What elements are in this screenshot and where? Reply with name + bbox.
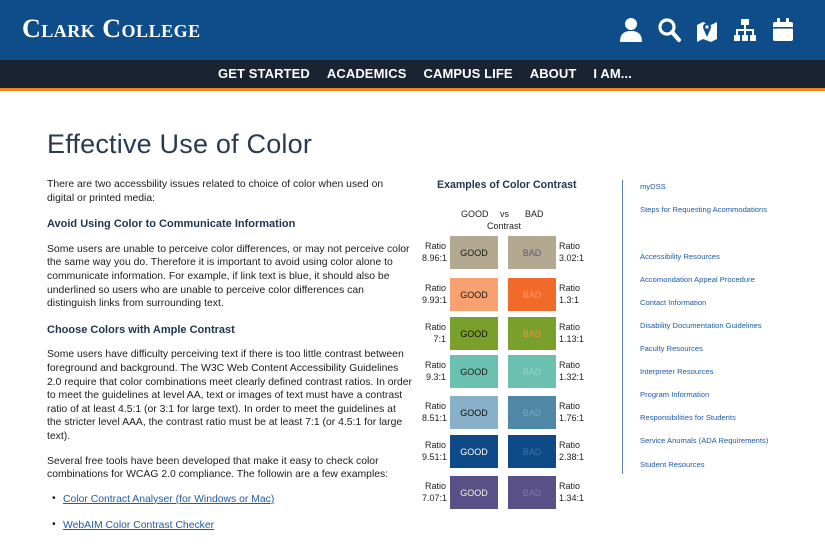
good-ratio-label: Ratio 8.96:1 (422, 240, 448, 264)
good-swatch: GOOD (450, 435, 498, 468)
ratio-value: 7.07:1 (422, 493, 448, 503)
good-ratio-label: Ratio 9.51:1 (422, 439, 448, 463)
calendar-icon[interactable] (771, 17, 795, 43)
ratio-word: Ratio (424, 360, 446, 370)
page-title: Effective Use of Color (47, 129, 313, 159)
tool-link[interactable]: WebAIM Color Contrast Checker (63, 520, 214, 531)
sidebar-link[interactable]: Faculty Resources (640, 344, 703, 353)
ratio-value: 8.51:1 (422, 413, 448, 423)
ratio-word: Ratio (559, 481, 581, 491)
ratio-word: Ratio (559, 360, 581, 370)
bad-ratio-label: Ratio 1.76:1 (559, 400, 584, 424)
good-swatch: GOOD (450, 355, 498, 388)
sidebar-link[interactable]: Accessibility Resources (640, 252, 720, 261)
ratio-word: Ratio (424, 241, 446, 251)
ratio-value: 9.51:1 (422, 452, 448, 462)
bad-ratio-label: Ratio 1.13:1 (559, 321, 584, 345)
good-ratio-label: Ratio 7.07:1 (422, 480, 448, 504)
ratio-value: 9.3:1 (425, 372, 446, 382)
ratio-word: Ratio (424, 440, 446, 450)
list-item: • WebAIM Color Contrast Checker (47, 519, 412, 533)
ratio-word: Ratio (424, 481, 446, 491)
map-icon[interactable] (695, 17, 719, 43)
bad-swatch: BAD (508, 236, 556, 269)
nav-academics[interactable]: ACADEMICS (327, 66, 407, 81)
good-swatch: GOOD (450, 476, 498, 509)
bad-ratio-label: Ratio 3.02:1 (559, 240, 584, 264)
bad-swatch: BAD (508, 355, 556, 388)
ratio-value: 2.38:1 (559, 452, 585, 462)
contrast-header: Contrast (487, 221, 522, 231)
nav-get-started[interactable]: GET STARTED (218, 66, 310, 81)
bad-swatch: BAD (508, 317, 556, 350)
good-swatch: GOOD (450, 317, 498, 350)
intro-paragraph: There are two accessbility issues relate… (47, 179, 384, 204)
nav-i-am[interactable]: I AM... (593, 66, 632, 81)
ratio-value: 1.32:1 (559, 372, 585, 382)
ratio-word: Ratio (424, 401, 446, 411)
bullet-icon: • (52, 519, 56, 531)
bad-ratio-label: Ratio 1.32:1 (559, 359, 584, 383)
section-heading: Avoid Using Color to Communicate Informa… (47, 218, 296, 231)
sidebar-link[interactable]: Disability Documentation Guidelines (640, 321, 762, 330)
sidebar-link[interactable]: Accomondation Appeal Procedure (640, 275, 755, 284)
nav-accent-divider (0, 88, 825, 91)
bad-ratio-label: Ratio 1.34:1 (559, 480, 584, 504)
ratio-word: Ratio (559, 241, 581, 251)
good-ratio-label: Ratio 9.3:1 (422, 359, 446, 383)
ratio-word: Ratio (559, 283, 581, 293)
ratio-value: 1.3:1 (559, 295, 580, 305)
good-swatch: GOOD (450, 278, 498, 311)
sidebar-link[interactable]: Interpreter Resources (640, 367, 713, 376)
bad-column-header: BAD (525, 209, 544, 219)
ratio-value: 1.76:1 (559, 413, 585, 423)
bad-swatch: BAD (508, 396, 556, 429)
nav-campus-life[interactable]: CAMPUS LIFE (423, 66, 512, 81)
sidebar-link[interactable]: Program Information (640, 390, 709, 399)
sidebar-link[interactable]: Service Anumals (ADA Requirements) (640, 436, 768, 445)
sidebar-link[interactable]: myDSS (640, 182, 666, 191)
vs-label: vs (500, 209, 509, 219)
ratio-word: Ratio (424, 322, 446, 332)
good-swatch: GOOD (450, 236, 498, 269)
good-ratio-label: Ratio 9.93:1 (422, 282, 448, 306)
bad-swatch: BAD (508, 278, 556, 311)
good-column-header: GOOD (461, 209, 489, 219)
ratio-word: Ratio (559, 440, 581, 450)
bad-ratio-label: Ratio 1.3:1 (559, 282, 580, 306)
ratio-word: Ratio (424, 283, 446, 293)
contrast-examples-title: Examples of Color Contrast (437, 179, 577, 191)
ratio-value: 1.34:1 (559, 493, 585, 503)
ratio-value: 8.96:1 (422, 253, 448, 263)
good-swatch: GOOD (450, 396, 498, 429)
nav-items: GET STARTED ACADEMICS CAMPUS LIFE ABOUT … (218, 66, 632, 81)
ratio-value: 9.93:1 (422, 295, 448, 305)
ratio-value: 7:1 (433, 334, 446, 344)
sidebar-link[interactable]: Student Resources (640, 460, 705, 469)
user-icon[interactable] (619, 17, 643, 43)
sidebar-divider (622, 180, 623, 474)
nav-about[interactable]: ABOUT (530, 66, 577, 81)
site-logo[interactable]: Clark College (22, 14, 201, 44)
bad-ratio-label: Ratio 2.38:1 (559, 439, 584, 463)
ratio-word: Ratio (559, 401, 581, 411)
sidebar-link[interactable]: Steps for Requesting Acommodations (640, 205, 767, 214)
main-nav: GET STARTED ACADEMICS CAMPUS LIFE ABOUT … (0, 60, 825, 88)
search-icon[interactable] (657, 17, 681, 43)
contrast-row: Ratio 7.07:1 GOOD BAD Ratio 1.34:1 (0, 476, 825, 510)
sidebar-link[interactable]: Contact Information (640, 298, 706, 307)
bad-swatch: BAD (508, 476, 556, 509)
site-header: Clark College (0, 0, 825, 60)
good-ratio-label: Ratio 7:1 (422, 321, 446, 345)
good-ratio-label: Ratio 8.51:1 (422, 400, 448, 424)
bad-swatch: BAD (508, 435, 556, 468)
sidebar-link[interactable]: Responsibilities for Students (640, 413, 736, 422)
ratio-word: Ratio (559, 322, 581, 332)
ratio-value: 1.13:1 (559, 334, 585, 344)
header-icons (619, 17, 795, 43)
ratio-value: 3.02:1 (559, 253, 585, 263)
sitemap-icon[interactable] (733, 17, 757, 43)
